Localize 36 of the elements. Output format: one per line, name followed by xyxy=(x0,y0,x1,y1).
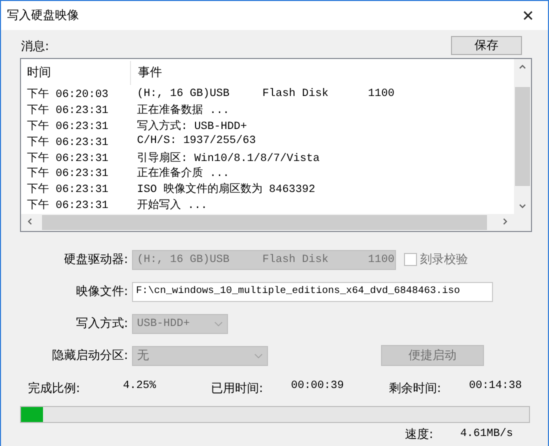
hidden-partition-label: 隐藏启动分区: xyxy=(50,347,128,364)
column-header[interactable]: 时间 xyxy=(27,60,131,84)
window-title: 写入硬盘映像 xyxy=(6,7,79,24)
log-time: 下午 06:20:03 xyxy=(27,87,110,102)
remaining-label: 剩余时间: xyxy=(389,380,442,397)
column-header[interactable]: 事件 xyxy=(131,60,162,84)
log-time: 下午 06:23:31 xyxy=(27,166,110,180)
log-time: 下午 06:23:31 xyxy=(27,151,110,165)
remaining-value: 00:14:38 xyxy=(469,380,522,392)
log-event: C/H/S: 1937/255/63 xyxy=(136,135,256,148)
save-button[interactable]: 保存 xyxy=(451,36,522,55)
image-file-label: 映像文件: xyxy=(74,283,128,300)
percent-label: 完成比例: xyxy=(28,380,80,397)
log-event: 正在准备数据 ... xyxy=(136,103,230,118)
log-time: 下午 06:23:31 xyxy=(27,103,110,118)
elapsed-value: 00:00:39 xyxy=(291,380,344,392)
log-time: 下午 06:23:31 xyxy=(27,119,110,133)
log-event: 正在准备介质 ... xyxy=(136,166,230,180)
log-event: 引导扇区: Win10/8.1/8/7/Vista xyxy=(136,150,320,165)
image-file-field[interactable]: F:\cn_windows_10_multiple_editions_x64_dvd_6848463.iso xyxy=(132,282,493,302)
log-event: 写入方式: USB-HDD+ xyxy=(136,118,248,133)
log-time: 下午 06:23:31 xyxy=(27,182,110,196)
speed-label: 速度: xyxy=(405,427,434,441)
log-time: 下午 06:23:31 xyxy=(27,198,110,212)
write-method-label: 写入方式: xyxy=(74,315,128,332)
close-button[interactable]: ✕ xyxy=(508,1,548,30)
log-event: (H:, 16 GB)USB Flash Disk 1100 xyxy=(136,88,394,100)
vertical-scrollbar[interactable] xyxy=(514,59,531,214)
messages-label: 消息: xyxy=(20,38,50,55)
speed-value: 4.61MB/s xyxy=(460,427,513,441)
drive-label: 硬盘驱动器: xyxy=(62,251,128,268)
log-event: ISO 映像文件的扇区数为 8463392 xyxy=(136,182,316,196)
elapsed-label: 已用时间: xyxy=(211,380,264,397)
percent-value: 4.25% xyxy=(123,380,156,392)
log-time: 下午 06:23:31 xyxy=(27,135,110,149)
log-event: 开始写入 ... xyxy=(136,198,208,212)
